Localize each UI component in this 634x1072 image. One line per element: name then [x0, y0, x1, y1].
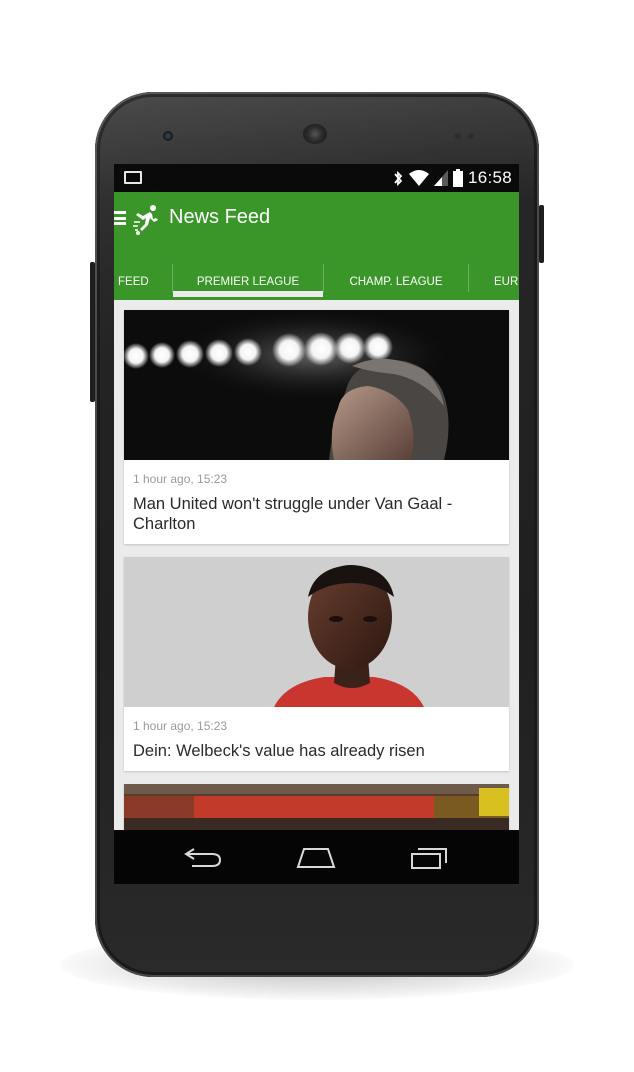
selected-tab-indicator: [173, 291, 323, 297]
status-bar: 16:58: [114, 164, 519, 192]
tab-premier-league-label: PREMIER LEAGUE: [196, 276, 300, 288]
wifi-icon: [408, 170, 429, 186]
soccer-player-logo-icon: [133, 205, 158, 235]
menu-icon[interactable]: [114, 211, 126, 225]
tab-champ-league[interactable]: CHAMP. LEAGUE: [324, 264, 468, 300]
article-timestamp: 1 hour ago, 15:23: [133, 472, 228, 486]
tab-europa[interactable]: EUR: [494, 264, 519, 300]
article-image: [124, 310, 509, 460]
home-icon[interactable]: [294, 843, 338, 871]
recents-icon[interactable]: [408, 843, 452, 871]
article-headline[interactable]: Dein: Welbeck's value has already risen: [133, 741, 493, 761]
screen: 16:58 News Feed FEED PREMIER LEAGUE CHAM…: [114, 164, 519, 884]
bluetooth-icon: [394, 170, 403, 186]
system-nav-bar: [114, 830, 519, 884]
power-button: [539, 205, 544, 263]
front-camera: [163, 131, 173, 141]
earpiece-speaker: [303, 124, 327, 144]
back-icon[interactable]: [182, 843, 226, 871]
signal-icon: [433, 170, 448, 186]
article-timestamp: 1 hour ago, 15:23: [133, 719, 228, 733]
page-title: News Feed: [169, 206, 271, 228]
proximity-sensor: [455, 133, 461, 139]
tab-divider: [468, 264, 469, 292]
app-bar: News Feed FEED PREMIER LEAGUE CHAMP. LEA…: [114, 192, 519, 300]
tab-europa-label: EUR: [494, 276, 519, 288]
clock: 16:58: [467, 168, 512, 187]
tab-champ-league-label: CHAMP. LEAGUE: [349, 276, 443, 288]
article-image: [124, 557, 509, 707]
light-sensor: [468, 133, 474, 139]
news-card[interactable]: 1 hour ago, 15:23 Man United won't strug…: [124, 310, 509, 544]
status-icons: 16:58: [392, 164, 512, 192]
news-card[interactable]: 1 hour ago, 15:23 Dein: Welbeck's value …: [124, 557, 509, 771]
tab-feed[interactable]: FEED: [114, 264, 172, 300]
article-headline[interactable]: Man United won't struggle under Van Gaal…: [133, 494, 493, 534]
cast-icon: [124, 171, 142, 184]
tab-feed-label: FEED: [118, 276, 149, 288]
battery-icon: [452, 169, 463, 187]
